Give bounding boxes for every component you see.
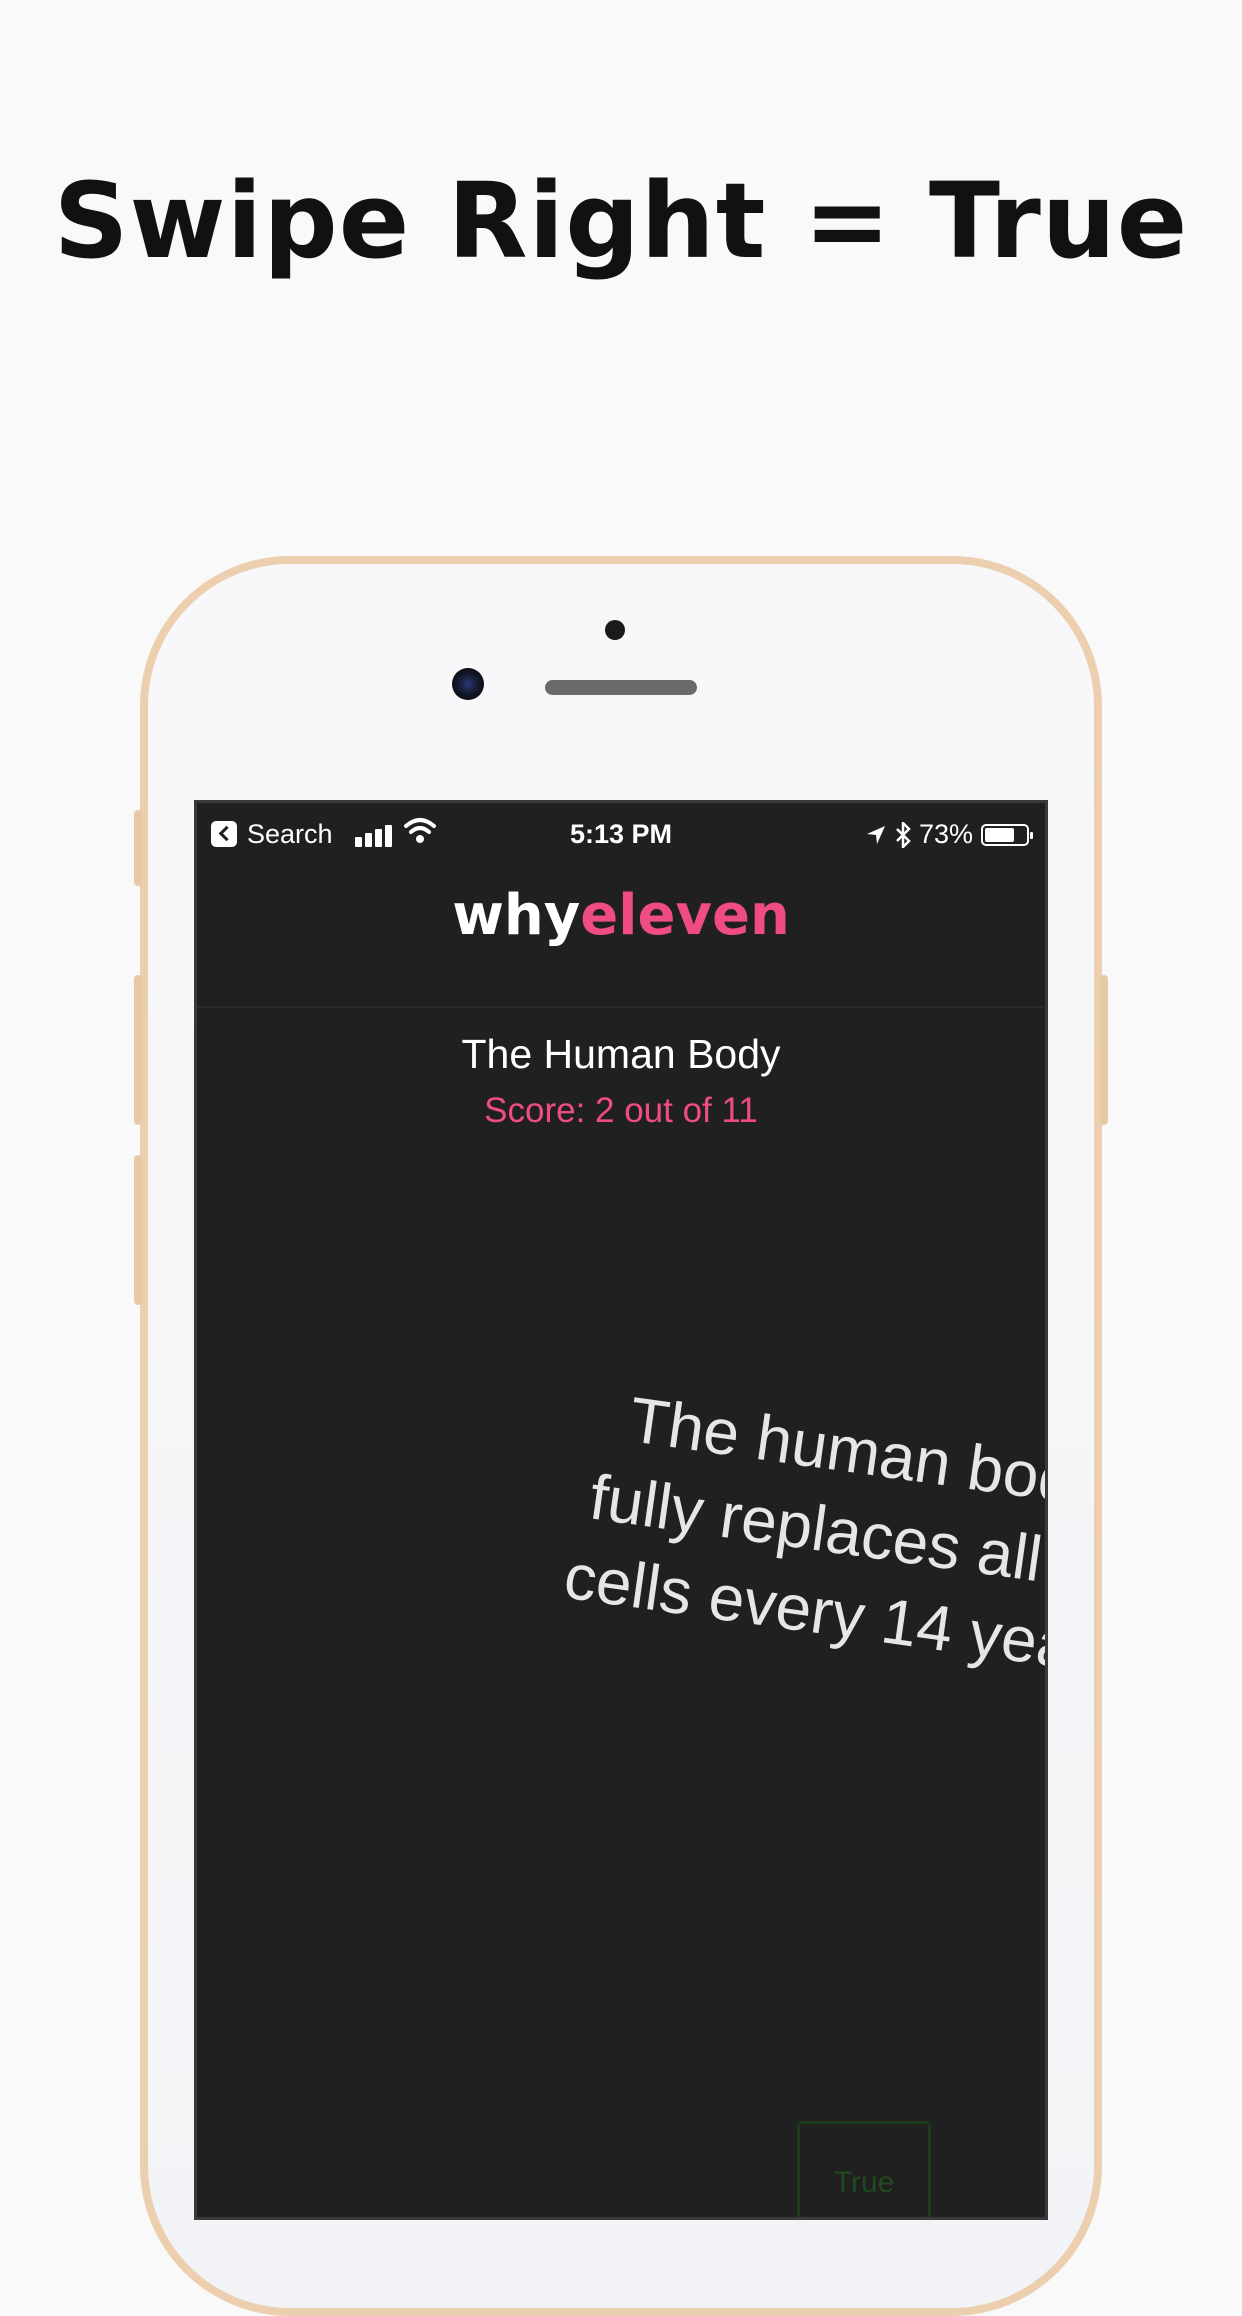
battery-fill — [985, 827, 1015, 842]
logo-primary: why — [452, 883, 581, 948]
status-bar: Search 5:13 PM 73% — [197, 803, 1045, 863]
bluetooth-icon — [896, 821, 911, 848]
power-button — [1100, 975, 1108, 1125]
page-headline: Swipe Right = True — [53, 160, 1189, 282]
app-logo: whyeleven — [197, 883, 1045, 948]
front-camera-icon — [452, 668, 484, 700]
volume-down-button — [134, 1155, 142, 1305]
quiz-score: Score: 2 out of 11 — [484, 1091, 758, 1130]
proximity-sensor — [605, 620, 625, 640]
mute-switch — [134, 810, 142, 886]
header-divider — [197, 1006, 1045, 1008]
quiz-topic: The Human Body — [461, 1031, 781, 1077]
battery-icon — [981, 823, 1033, 846]
logo-accent: eleven — [580, 883, 790, 948]
true-button[interactable]: True — [797, 2121, 931, 2217]
volume-up-button — [134, 975, 142, 1125]
location-arrow-icon — [866, 825, 885, 844]
fact-card[interactable]: The human body fully replaces all its ce… — [493, 1363, 1045, 1704]
earpiece-speaker — [545, 680, 697, 695]
phone-screen: Search 5:13 PM 73% whyeleven The Human B… — [194, 800, 1048, 2220]
battery-percentage: 73% — [918, 819, 973, 849]
status-right: 73% — [865, 819, 1033, 850]
